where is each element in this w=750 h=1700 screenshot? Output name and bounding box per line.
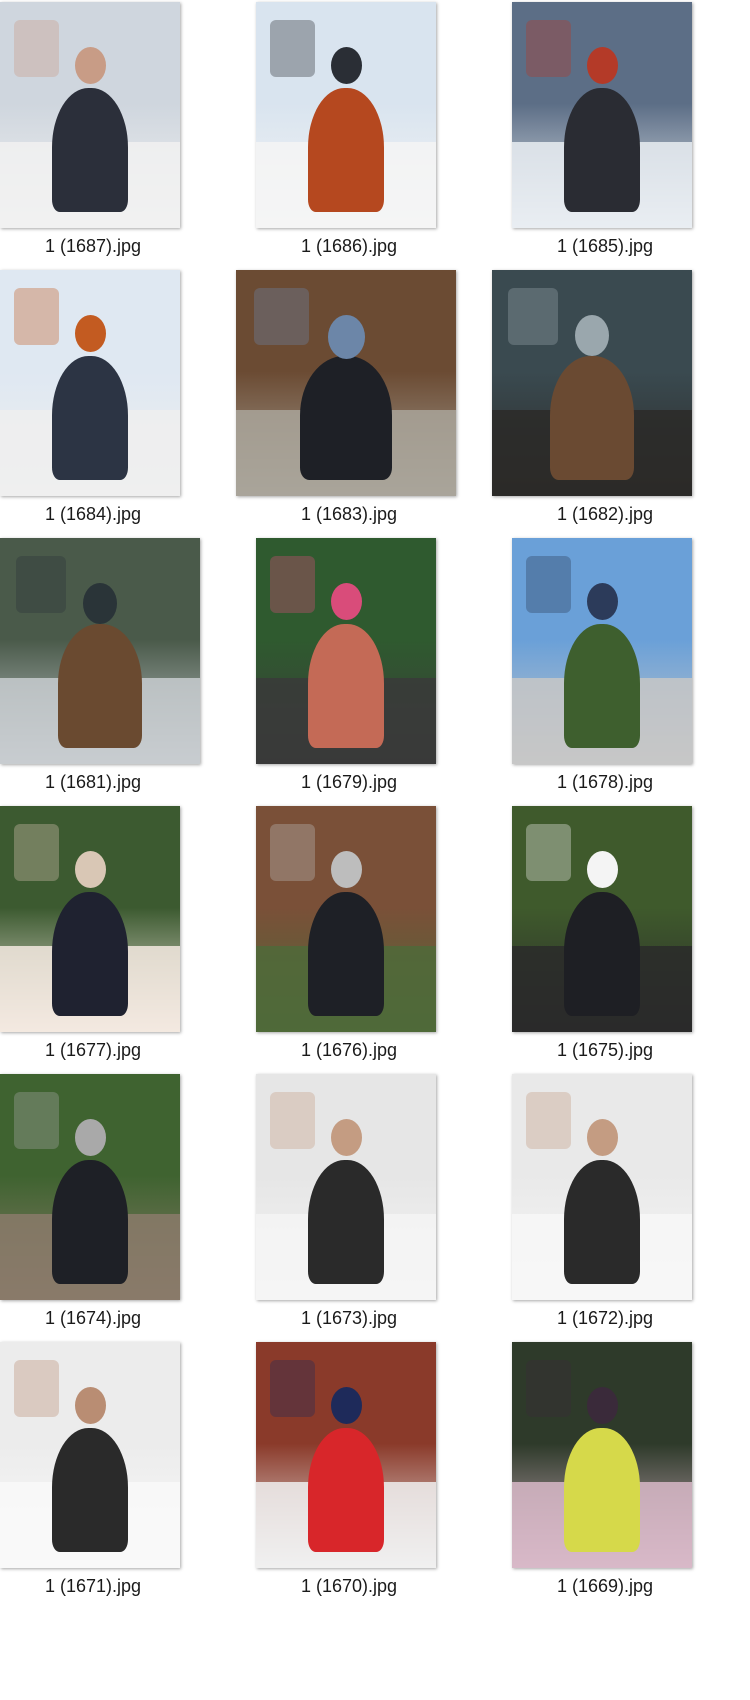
photo-subject-head	[587, 47, 618, 84]
file-name-label[interactable]: 1 (1679).jpg	[239, 772, 459, 793]
photo-accent	[14, 1092, 59, 1149]
photo-subject-head	[587, 1119, 618, 1156]
file-thumbnail[interactable]	[512, 1342, 692, 1568]
file-thumbnail[interactable]	[0, 2, 180, 228]
photo-accent	[526, 20, 571, 77]
photo-accent	[270, 824, 315, 881]
file-thumbnail[interactable]	[0, 1342, 180, 1568]
photo-subject	[58, 624, 142, 748]
file-name-label[interactable]: 1 (1687).jpg	[0, 236, 203, 257]
photo-subject-head	[75, 47, 106, 84]
photo-subject	[564, 892, 640, 1016]
photo-accent	[270, 1092, 315, 1149]
photo-subject-head	[575, 315, 609, 356]
file-thumbnail[interactable]	[0, 1074, 180, 1300]
file-name-label[interactable]: 1 (1678).jpg	[495, 772, 715, 793]
file-name-label[interactable]: 1 (1673).jpg	[239, 1308, 459, 1329]
photo-subject	[52, 88, 128, 212]
photo-subject-head	[331, 851, 362, 888]
file-thumbnail[interactable]	[256, 2, 436, 228]
file-thumbnail[interactable]	[492, 270, 692, 496]
photo-subject	[308, 1160, 384, 1284]
photo-subject	[52, 1160, 128, 1284]
file-thumbnail[interactable]	[512, 538, 692, 764]
photo-accent	[508, 288, 558, 345]
file-thumbnail[interactable]	[256, 1074, 436, 1300]
file-thumbnail[interactable]	[0, 538, 200, 764]
file-name-label[interactable]: 1 (1671).jpg	[0, 1576, 203, 1597]
file-name-label[interactable]: 1 (1676).jpg	[239, 1040, 459, 1061]
photo-subject-head	[83, 583, 117, 624]
photo-accent	[526, 1092, 571, 1149]
photo-subject-head	[331, 47, 362, 84]
photo-subject-head	[75, 1387, 106, 1424]
photo-subject-head	[587, 583, 618, 620]
photo-subject	[52, 892, 128, 1016]
photo-subject	[308, 88, 384, 212]
photo-subject-head	[331, 1119, 362, 1156]
photo-subject	[308, 1428, 384, 1552]
photo-subject	[300, 356, 392, 480]
file-name-label[interactable]: 1 (1670).jpg	[239, 1576, 459, 1597]
photo-accent	[14, 824, 59, 881]
photo-accent	[526, 824, 571, 881]
photo-subject	[308, 892, 384, 1016]
file-grid: 1 (1687).jpg 1 (1686).jpg 1 (1685).jpg 1 (1…	[0, 0, 750, 1700]
photo-subject-head	[328, 315, 365, 359]
photo-accent	[16, 556, 66, 613]
file-name-label[interactable]: 1 (1681).jpg	[0, 772, 203, 793]
photo-accent	[254, 288, 309, 345]
file-name-label[interactable]: 1 (1685).jpg	[495, 236, 715, 257]
file-name-label[interactable]: 1 (1684).jpg	[0, 504, 203, 525]
file-thumbnail[interactable]	[256, 538, 436, 764]
photo-accent	[270, 20, 315, 77]
photo-accent	[270, 556, 315, 613]
photo-subject	[52, 1428, 128, 1552]
file-thumbnail[interactable]	[512, 806, 692, 1032]
photo-subject-head	[75, 1119, 106, 1156]
photo-subject	[564, 1428, 640, 1552]
photo-accent	[270, 1360, 315, 1417]
photo-subject-head	[75, 851, 106, 888]
photo-subject-head	[75, 315, 106, 352]
photo-accent	[14, 1360, 59, 1417]
photo-subject-head	[587, 851, 618, 888]
file-thumbnail[interactable]	[236, 270, 456, 496]
file-thumbnail[interactable]	[0, 270, 180, 496]
photo-subject	[52, 356, 128, 480]
photo-accent	[526, 1360, 571, 1417]
file-name-label[interactable]: 1 (1672).jpg	[495, 1308, 715, 1329]
photo-subject	[308, 624, 384, 748]
photo-subject-head	[331, 583, 362, 620]
file-thumbnail[interactable]	[256, 1342, 436, 1568]
photo-subject	[550, 356, 634, 480]
photo-subject-head	[587, 1387, 618, 1424]
file-thumbnail[interactable]	[512, 1074, 692, 1300]
file-name-label[interactable]: 1 (1674).jpg	[0, 1308, 203, 1329]
photo-subject	[564, 88, 640, 212]
photo-accent	[14, 288, 59, 345]
photo-subject	[564, 624, 640, 748]
file-thumbnail[interactable]	[512, 2, 692, 228]
file-name-label[interactable]: 1 (1682).jpg	[495, 504, 715, 525]
photo-accent	[14, 20, 59, 77]
file-thumbnail[interactable]	[0, 806, 180, 1032]
file-name-label[interactable]: 1 (1677).jpg	[0, 1040, 203, 1061]
photo-accent	[526, 556, 571, 613]
file-name-label[interactable]: 1 (1675).jpg	[495, 1040, 715, 1061]
file-name-label[interactable]: 1 (1669).jpg	[495, 1576, 715, 1597]
photo-subject	[564, 1160, 640, 1284]
file-name-label[interactable]: 1 (1686).jpg	[239, 236, 459, 257]
file-name-label[interactable]: 1 (1683).jpg	[239, 504, 459, 525]
file-thumbnail[interactable]	[256, 806, 436, 1032]
photo-subject-head	[331, 1387, 362, 1424]
